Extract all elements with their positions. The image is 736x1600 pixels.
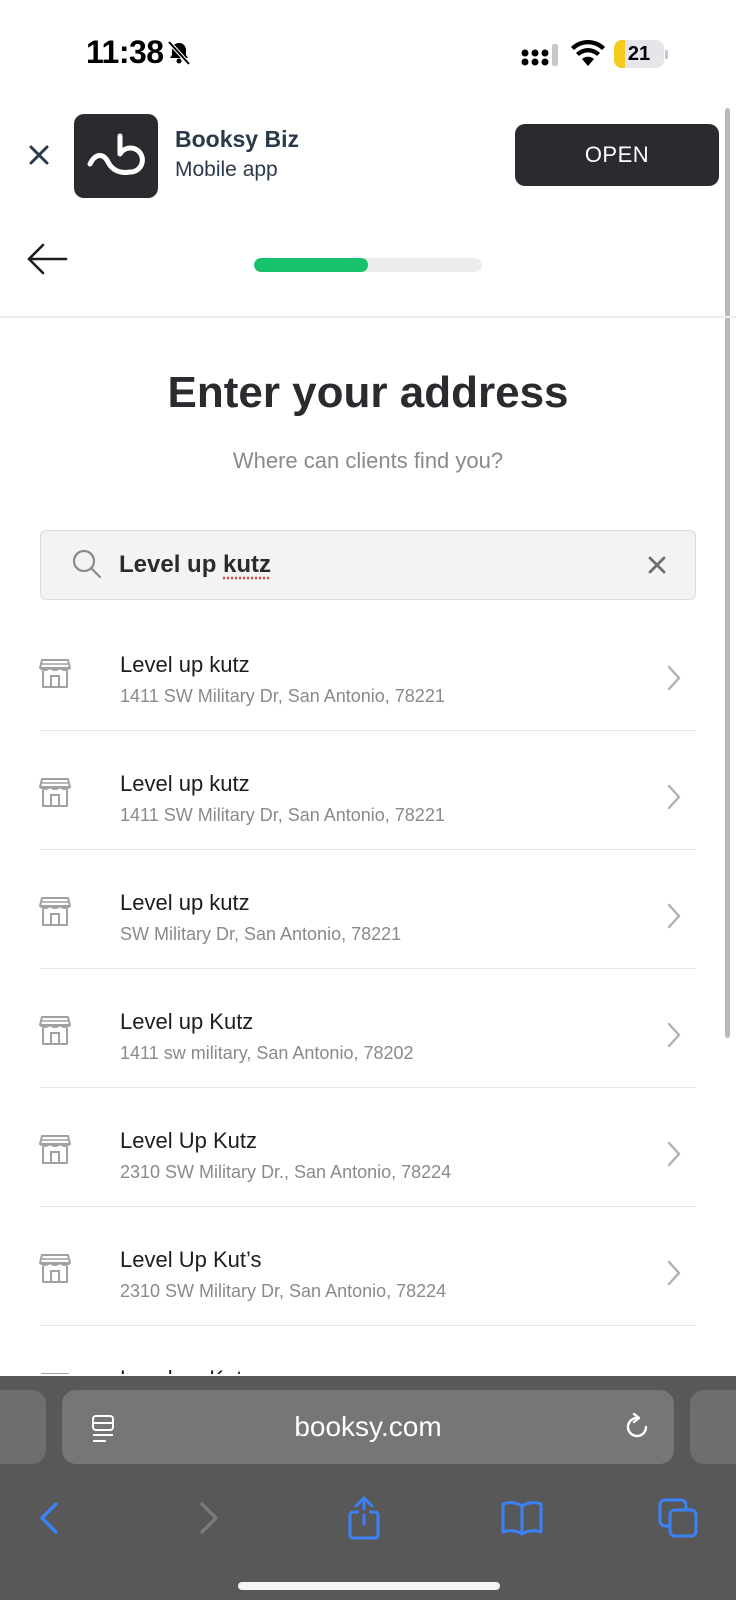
share-icon[interactable] xyxy=(342,1496,386,1540)
status-bar: 11:38 21 xyxy=(0,0,736,100)
x-icon[interactable] xyxy=(647,555,667,575)
bookmarks-icon[interactable] xyxy=(500,1496,544,1540)
storefront-icon xyxy=(38,656,72,690)
next-tab-preview[interactable] xyxy=(690,1390,736,1464)
chevron-right-icon xyxy=(666,1140,682,1168)
page-subtitle: Where can clients find you? xyxy=(0,448,736,474)
wizard-header xyxy=(0,210,736,318)
result-name: Level Up Kut’s xyxy=(120,1247,261,1273)
browser-toolbar xyxy=(0,1476,736,1556)
result-name: Level up kutz xyxy=(120,890,250,916)
status-time: 11:38 xyxy=(86,34,164,71)
chevron-right-icon xyxy=(666,664,682,692)
chevron-right-icon xyxy=(666,902,682,930)
reload-icon[interactable] xyxy=(622,1412,652,1442)
page-title: Enter your address xyxy=(0,368,736,418)
wifi-icon xyxy=(570,40,606,68)
url-text: booksy.com xyxy=(62,1390,674,1464)
result-address: 1411 SW Military Dr, San Antonio, 78221 xyxy=(120,686,445,707)
list-item[interactable]: Level Up Kut’s 2310 SW Military Dr, San … xyxy=(0,1207,736,1326)
results-list: Level up kutz 1411 SW Military Dr, San A… xyxy=(0,612,736,1374)
arrow-left-icon[interactable] xyxy=(26,242,68,276)
progress-bar xyxy=(254,258,482,272)
back-icon[interactable] xyxy=(28,1496,72,1540)
list-item[interactable]: Level up kutz 1411 SW Military Dr, San A… xyxy=(0,731,736,850)
previous-tab-preview[interactable] xyxy=(0,1390,46,1464)
battery-indicator: 21 xyxy=(614,40,668,68)
storefront-icon xyxy=(38,1370,72,1374)
bell-slash-icon xyxy=(166,40,192,66)
result-name: Level up Kutz xyxy=(120,1009,253,1035)
forward-icon[interactable] xyxy=(186,1496,230,1540)
storefront-icon xyxy=(38,1013,72,1047)
result-address: 1411 sw military, San Antonio, 78202 xyxy=(120,1043,414,1064)
storefront-icon xyxy=(38,1132,72,1166)
banner-app-subtitle: Mobile app xyxy=(175,158,278,182)
open-app-button[interactable]: OPEN xyxy=(515,124,719,186)
close-icon[interactable] xyxy=(26,142,52,168)
home-indicator[interactable] xyxy=(238,1582,500,1590)
result-name: Level Up Kutz xyxy=(120,1128,257,1154)
cellular-signal-icon xyxy=(520,42,560,68)
browser-bottom-bar: booksy.com xyxy=(0,1376,736,1600)
banner-app-name: Booksy Biz xyxy=(175,126,299,153)
result-name: Level up Kutz xyxy=(120,1366,253,1374)
storefront-icon xyxy=(38,1251,72,1285)
list-item[interactable]: Level up Kutz 1411 sw military, San Anto… xyxy=(0,969,736,1088)
search-input[interactable]: Level up kutz xyxy=(40,530,696,600)
tabs-icon[interactable] xyxy=(656,1496,700,1540)
storefront-icon xyxy=(38,894,72,928)
result-address: 2310 SW Military Dr., San Antonio, 78224 xyxy=(120,1162,451,1183)
chevron-right-icon xyxy=(666,1259,682,1287)
magnifier-icon xyxy=(71,548,103,580)
list-item[interactable]: Level up Kutz xyxy=(0,1326,736,1374)
booksy-logo xyxy=(74,114,158,198)
result-address: 1411 SW Military Dr, San Antonio, 78221 xyxy=(120,805,445,826)
address-bar[interactable]: booksy.com xyxy=(62,1390,674,1464)
search-value-misspelled: kutz xyxy=(223,551,271,578)
battery-level: 21 xyxy=(614,40,664,68)
list-item[interactable]: Level Up Kutz 2310 SW Military Dr., San … xyxy=(0,1088,736,1207)
result-address: 2310 SW Military Dr, San Antonio, 78224 xyxy=(120,1281,446,1302)
chevron-right-icon xyxy=(666,1021,682,1049)
list-item[interactable]: Level up kutz 1411 SW Military Dr, San A… xyxy=(0,612,736,731)
progress-fill xyxy=(254,258,368,272)
search-value: Level up kutz xyxy=(119,551,271,579)
search-value-part1: Level up xyxy=(119,551,223,578)
result-name: Level up kutz xyxy=(120,652,250,678)
result-address: SW Military Dr, San Antonio, 78221 xyxy=(120,924,401,945)
storefront-icon xyxy=(38,775,72,809)
list-item[interactable]: Level up kutz SW Military Dr, San Antoni… xyxy=(0,850,736,969)
result-name: Level up kutz xyxy=(120,771,250,797)
chevron-right-icon xyxy=(666,783,682,811)
app-banner: Booksy Biz Mobile app OPEN xyxy=(0,104,736,208)
